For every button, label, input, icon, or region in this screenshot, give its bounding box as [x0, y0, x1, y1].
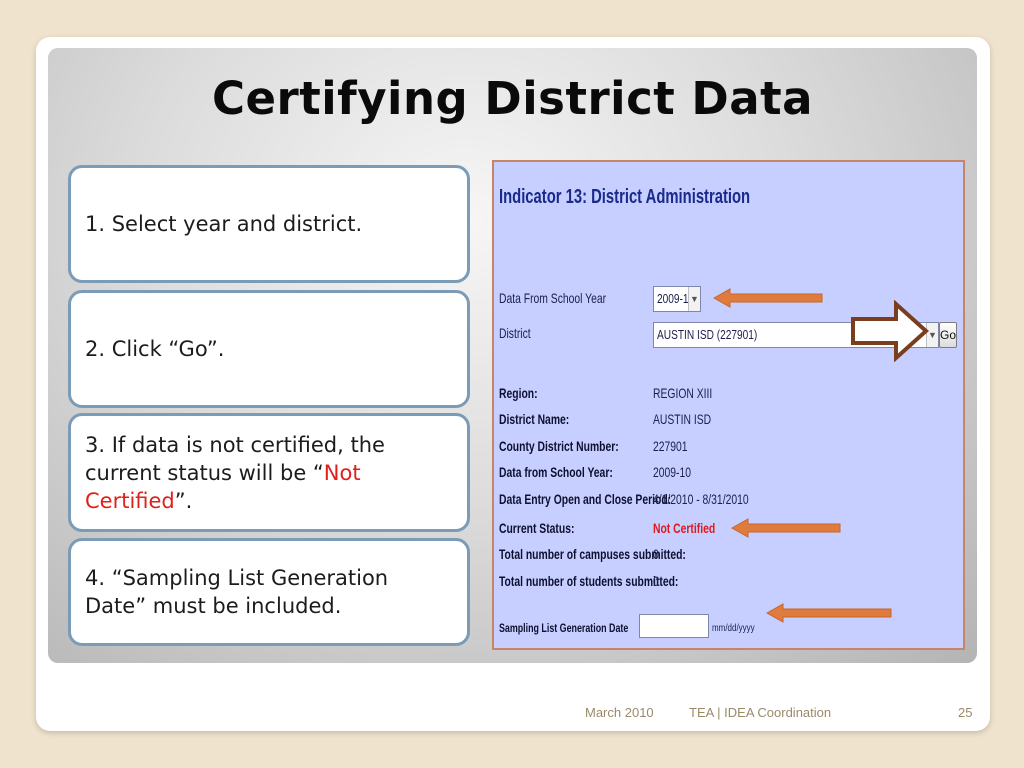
step-1-text: 1. Select year and district.	[85, 212, 363, 236]
entry-period-value: 4/1/2010 - 8/31/2010	[653, 491, 749, 507]
current-status-label: Current Status:	[499, 520, 575, 536]
district-name-value: AUSTIN ISD	[653, 411, 712, 427]
step-3-box: 3. If data is not certified, the current…	[68, 413, 470, 532]
sampling-date-input[interactable]	[639, 614, 709, 638]
entry-period-label: Data Entry Open and Close Period:	[499, 491, 672, 507]
region-label: Region:	[499, 385, 538, 401]
step-3-text: 3. If data is not certified, the current…	[85, 431, 455, 515]
current-status-value: Not Certified	[653, 520, 716, 536]
chevron-down-icon: ▼	[688, 287, 700, 311]
district-name-label: District Name:	[499, 411, 570, 427]
school-year-label: Data From School Year	[499, 290, 607, 306]
go-button[interactable]: Go	[939, 322, 957, 348]
step-2-text: 2. Click “Go”.	[85, 337, 225, 361]
left-arrow-icon	[765, 603, 892, 623]
step-2-box: 2. Click “Go”.	[68, 290, 470, 408]
right-arrow-icon	[851, 300, 929, 362]
step-4-text: 4. “Sampling List Generation Date” must …	[85, 566, 389, 618]
footer-date: March 2010	[585, 705, 654, 720]
date-format-hint: mm/dd/yyyy	[712, 623, 755, 634]
school-year-select[interactable]: 2009-10 ▼	[653, 286, 701, 312]
students-submitted-label: Total number of students submitted:	[499, 573, 679, 589]
county-district-number-value: 227901	[653, 438, 688, 454]
district-label: District	[499, 325, 531, 341]
district-admin-screenshot: Indicator 13: District Administration Da…	[492, 160, 965, 650]
students-submitted-value: 0	[653, 573, 659, 589]
footer-page-number: 25	[958, 705, 973, 720]
footer-org: TEA | IDEA Coordination	[689, 705, 832, 720]
data-school-year-value: 2009-10	[653, 464, 692, 480]
step-4-box: 4. “Sampling List Generation Date” must …	[68, 538, 470, 646]
campuses-submitted-value: 0	[653, 546, 659, 562]
data-school-year-label: Data from School Year:	[499, 464, 613, 480]
left-arrow-icon	[730, 518, 841, 538]
indicator-title: Indicator 13: District Administration	[499, 186, 751, 208]
sampling-date-label: Sampling List Generation Date	[499, 621, 629, 635]
county-district-number-label: County District Number:	[499, 438, 619, 454]
step-1-box: 1. Select year and district.	[68, 165, 470, 283]
step-3-text-end: ”.	[174, 488, 193, 513]
slide-title: Certifying District Data	[211, 72, 814, 125]
left-arrow-icon	[712, 288, 823, 308]
district-value: AUSTIN ISD (227901)	[657, 327, 758, 342]
region-value: REGION XIII	[653, 385, 713, 401]
